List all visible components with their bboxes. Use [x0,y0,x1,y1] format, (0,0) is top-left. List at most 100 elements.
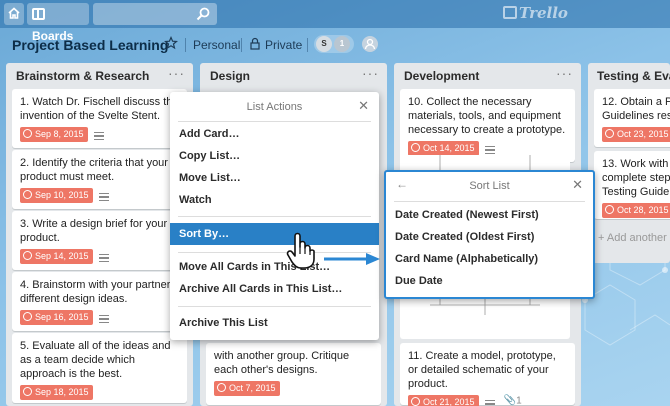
trello-logo[interactable]: Trello [503,4,568,22]
description-icon [93,132,104,141]
menu-item-add-card[interactable]: Add Card… [170,123,379,145]
divider [178,121,371,122]
visibility-button[interactable]: Private [265,38,302,52]
due-date-badge[interactable]: Sep 18, 2015 [20,385,93,400]
header-divider [241,38,242,52]
list-menu-icon[interactable]: ··· [556,65,573,81]
member-count-badge[interactable]: 1 [334,36,350,52]
close-icon[interactable]: ✕ [358,98,369,114]
menu-item-sort-by[interactable]: Sort By… [170,223,379,245]
clock-icon [23,387,32,396]
due-date: Oct 7, 2015 [229,383,276,393]
due-date-badge[interactable]: Sep 14, 2015 [20,249,93,264]
list-item[interactable]: with another group. Critique each other'… [206,343,381,405]
description-icon [98,254,109,263]
due-date-badge[interactable]: Sep 10, 2015 [20,188,93,203]
list-item[interactable]: 12. Obtain a Pr... Guidelines resou... O… [594,89,670,147]
add-member-icon[interactable] [362,36,378,52]
list-item[interactable]: 3. Write a design brief for your product… [12,211,187,270]
sort-option-due-date[interactable]: Due Date [386,270,593,292]
description-icon [484,146,495,155]
divider [178,306,371,307]
due-date-badge[interactable]: Oct 28, 2015 [602,203,670,218]
clock-icon [217,383,226,392]
clock-icon [411,143,420,152]
lock-icon [250,37,260,50]
sort-option-card-name[interactable]: Card Name (Alphabetically) [386,248,593,270]
clock-icon [23,129,32,138]
description-icon [98,193,109,202]
due-date-badge[interactable]: Oct 23, 2015 [602,127,670,142]
list-testing[interactable]: Testing & Evaluation 12. Obtain a Pr... … [588,63,670,263]
star-icon[interactable] [164,36,178,50]
search-input[interactable] [93,3,217,25]
hand-cursor-icon [286,232,315,269]
list-title[interactable]: Testing & Evaluation [597,69,670,83]
due-date-badge[interactable]: Oct 21, 2015 [408,395,479,406]
due-date-badge[interactable]: Oct 14, 2015 [408,141,479,156]
popover-title: Sort List [469,180,510,192]
clock-icon [23,251,32,260]
list-item[interactable]: 1. Watch Dr. Fischell discuss the invent… [12,89,187,148]
divider [394,201,585,202]
clock-icon [23,190,32,199]
boards-icon [32,8,45,20]
due-date: Sep 14, 2015 [35,251,89,261]
card-title: 13. Work with you... complete steps... T… [602,158,670,198]
list-item[interactable]: 4. Brainstorm with your partners differe… [12,272,187,331]
sort-option-newest-first[interactable]: Date Created (Newest First) [386,204,593,226]
list-title[interactable]: Brainstorm & Research [16,69,149,83]
card-title: with another group. Critique each other'… [214,350,350,376]
list-menu-icon[interactable]: ··· [168,65,185,81]
card-title: 12. Obtain a Pr... Guidelines resou... [602,96,670,122]
list-actions-popover: List Actions ✕ Add Card… Copy List… Move… [170,92,379,340]
card-title: 11. Create a model, prototype, or detail… [408,350,556,390]
due-date: Sep 10, 2015 [35,190,89,200]
home-button[interactable] [4,3,24,25]
description-icon [98,315,109,324]
menu-item-watch[interactable]: Watch [170,189,379,211]
due-date-badge[interactable]: Oct 7, 2015 [214,381,280,396]
clock-icon [23,312,32,321]
list-item[interactable]: 11. Create a model, prototype, or detail… [400,343,575,406]
card-title: 10. Collect the necessary materials, too… [408,96,566,136]
list-item[interactable]: 13. Work with you... complete steps... T… [594,151,670,219]
card-title: 2. Identify the criteria that your produ… [20,157,168,183]
close-icon[interactable]: ✕ [572,177,583,193]
board-members[interactable]: S 1 [314,35,354,53]
due-date: Oct 28, 2015 [617,205,669,215]
list-item[interactable]: 5. Evaluate all of the ideas and as a te… [12,333,187,403]
arrow-pointer [324,253,380,265]
board-title[interactable]: Project Based Learning [12,37,168,53]
menu-item-copy-list[interactable]: Copy List… [170,145,379,167]
team-button[interactable]: Personal [193,38,240,52]
menu-item-archive-all-cards[interactable]: Archive All Cards in This List… [170,278,379,300]
header-divider [307,38,308,52]
search-icon[interactable] [195,6,211,22]
due-date-badge[interactable]: Sep 8, 2015 [20,127,88,142]
avatar[interactable]: S [316,36,332,52]
add-card-button[interactable]: + Add another card [598,232,670,244]
list-title[interactable]: Design [210,69,250,83]
clock-icon [605,129,614,138]
description-icon [484,400,495,406]
menu-item-archive-list[interactable]: Archive This List [170,312,379,334]
card-title: 5. Evaluate all of the ideas and as a te… [20,340,171,380]
header-divider [185,38,186,52]
add-card-label: Add another card [606,232,670,244]
trello-logo-icon [503,6,517,19]
boards-button[interactable]: Boards [27,3,89,43]
list-item[interactable]: 2. Identify the criteria that your produ… [12,150,187,209]
list-title[interactable]: Development [404,69,479,83]
due-date-badge[interactable]: Sep 16, 2015 [20,310,93,325]
list-brainstorm[interactable]: Brainstorm & Research ··· 1. Watch Dr. F… [6,63,193,406]
menu-item-move-list[interactable]: Move List… [170,167,379,189]
sort-list-popover: ← Sort List ✕ Date Created (Newest First… [384,170,595,299]
sort-option-oldest-first[interactable]: Date Created (Oldest First) [386,226,593,248]
list-menu-icon[interactable]: ··· [362,65,379,81]
logo-text: Trello [519,4,568,22]
list-item[interactable]: 10. Collect the necessary materials, too… [400,89,575,162]
divider [178,216,371,217]
clock-icon [411,397,420,406]
due-date: Sep 8, 2015 [35,129,84,139]
